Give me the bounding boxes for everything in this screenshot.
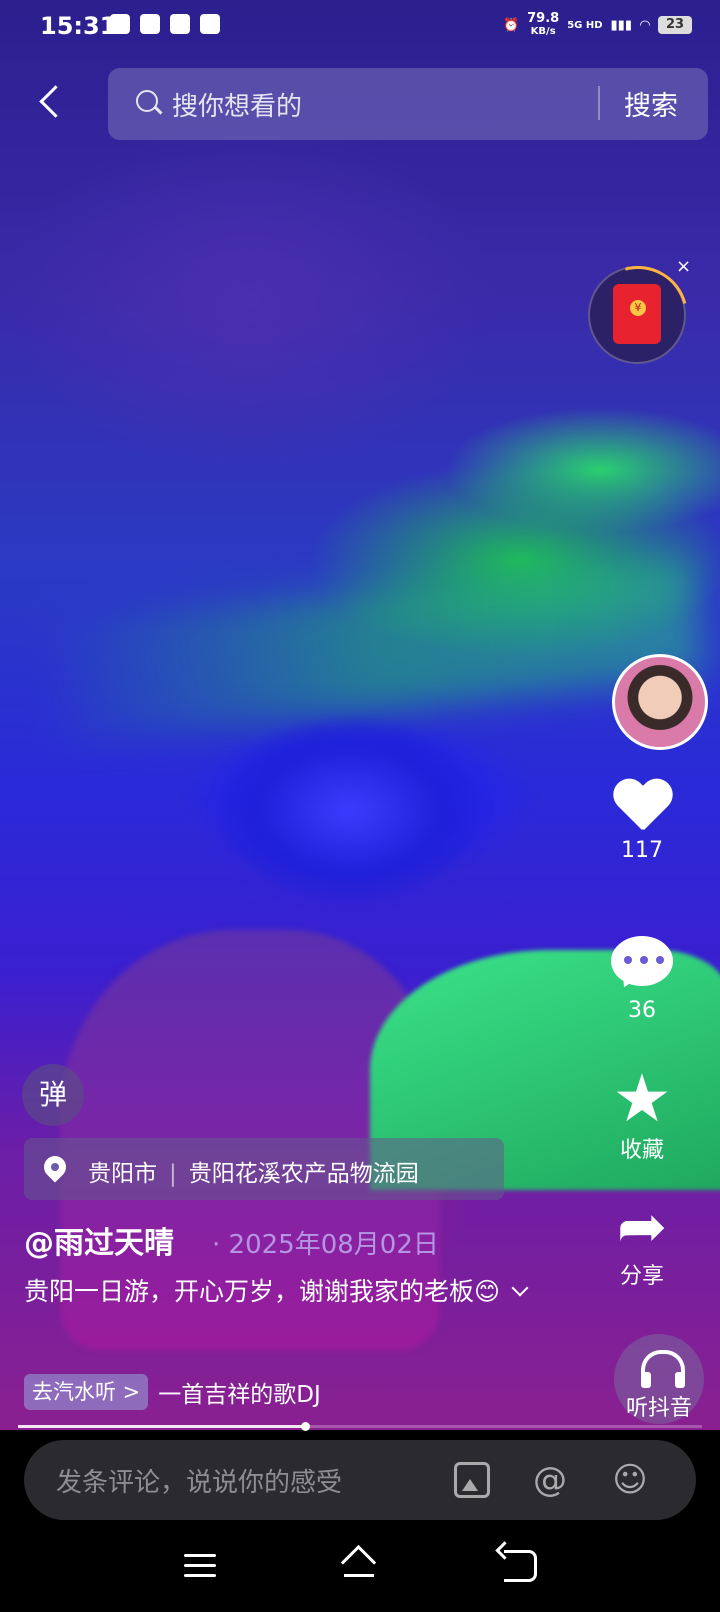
song-title: 一首吉祥的歌DJ xyxy=(158,1382,321,1408)
location-pin-icon xyxy=(39,1151,71,1183)
network-label: 5G HD xyxy=(567,19,603,31)
share-label: 分享 xyxy=(619,1264,664,1289)
red-packet-close-button[interactable]: × xyxy=(676,256,691,277)
red-envelope-icon xyxy=(613,284,661,344)
cave-tunnel xyxy=(220,720,480,900)
system-nav-bar xyxy=(0,1530,720,1612)
share-button[interactable]: ➦ 分享 xyxy=(597,1196,687,1290)
net-speed-value: 79.8 xyxy=(527,11,560,26)
search-bar[interactable]: 搜你想看的 搜索 xyxy=(108,68,708,140)
back-nav-icon[interactable] xyxy=(504,1550,537,1582)
comment-count: 36 xyxy=(628,998,656,1023)
post-date: · 2025年08月02日 xyxy=(212,1230,439,1260)
emoji-icon[interactable]: ☺ xyxy=(612,1462,648,1498)
like-button[interactable]: 117 xyxy=(597,780,687,863)
menu-icon[interactable] xyxy=(184,1554,216,1578)
search-divider xyxy=(598,86,600,120)
listen-button[interactable]: 听抖音 xyxy=(614,1334,704,1424)
signal-icon: ▮▮▮ xyxy=(610,17,632,33)
wifi-icon: ◠ xyxy=(640,17,650,33)
app-notification-icon xyxy=(170,14,190,34)
listen-label: 听抖音 xyxy=(625,1396,692,1421)
location-text: 贵阳市 | 贵阳花溪农产品物流园 xyxy=(88,1154,419,1188)
favorite-label: 收藏 xyxy=(619,1138,664,1163)
image-icon[interactable] xyxy=(454,1462,490,1498)
comment-icon xyxy=(611,936,673,986)
location-place: 贵阳花溪农产品物流园 xyxy=(188,1161,419,1187)
post-description[interactable]: 贵阳一日游，开心万岁，谢谢我家的老板😊 xyxy=(24,1270,544,1314)
expand-chevron-icon[interactable] xyxy=(511,1279,529,1297)
description-text: 贵阳一日游，开心万岁，谢谢我家的老板😊 xyxy=(24,1277,501,1306)
search-button[interactable]: 搜索 xyxy=(624,84,678,123)
status-right: ⏰ 79.8 KB/s 5G HD ▮▮▮ ◠ 23 xyxy=(503,12,692,38)
message-notification-icon xyxy=(200,14,220,34)
heart-icon xyxy=(612,780,672,838)
status-bar: 15:31 ⏰ 79.8 KB/s 5G HD ▮▮▮ ◠ 23 xyxy=(0,0,720,56)
location-separator: | xyxy=(169,1161,177,1187)
author-avatar[interactable] xyxy=(612,654,708,750)
headphones-icon xyxy=(641,1350,685,1388)
cave-ceiling-glow xyxy=(55,556,705,744)
comment-bar[interactable]: 发条评论，说说你的感受 @ ☺ xyxy=(24,1440,696,1520)
net-speed: 79.8 KB/s xyxy=(527,12,559,38)
battery-icon: 23 xyxy=(658,16,692,34)
app-notification-icon xyxy=(110,14,130,34)
alarm-icon: ⏰ xyxy=(502,17,520,33)
home-icon[interactable] xyxy=(340,1548,378,1582)
net-speed-unit: KB/s xyxy=(530,26,556,37)
location-city: 贵阳市 xyxy=(88,1161,157,1187)
search-icon xyxy=(136,90,158,112)
star-icon: ★ xyxy=(612,1060,672,1137)
video-progress-bar[interactable] xyxy=(18,1422,702,1431)
play-notification-icon xyxy=(140,14,160,34)
red-packet-widget[interactable] xyxy=(569,247,707,385)
like-count: 117 xyxy=(621,838,663,863)
comment-input[interactable]: 发条评论，说说你的感受 xyxy=(56,1462,342,1499)
status-time: 15:31 xyxy=(40,12,117,40)
comment-button[interactable]: 36 xyxy=(597,936,687,1023)
music-row[interactable]: 去汽水听 > 一首吉祥的歌DJ xyxy=(24,1374,321,1410)
search-input[interactable]: 搜你想看的 xyxy=(172,86,302,123)
location-chip[interactable]: 贵阳市 | 贵阳花溪农产品物流园 xyxy=(24,1138,504,1200)
music-app-tag[interactable]: 去汽水听 > xyxy=(24,1374,149,1410)
at-mention-icon[interactable]: @ xyxy=(532,1462,568,1498)
danmu-toggle-button[interactable]: 弹 xyxy=(22,1064,84,1126)
share-arrow-icon: ➦ xyxy=(616,1192,668,1262)
author-name[interactable]: @雨过天晴 xyxy=(24,1218,174,1262)
notification-icons xyxy=(110,14,220,34)
progress-fill xyxy=(18,1425,306,1428)
favorite-button[interactable]: ★ 收藏 xyxy=(597,1066,687,1164)
back-icon[interactable] xyxy=(30,80,74,124)
